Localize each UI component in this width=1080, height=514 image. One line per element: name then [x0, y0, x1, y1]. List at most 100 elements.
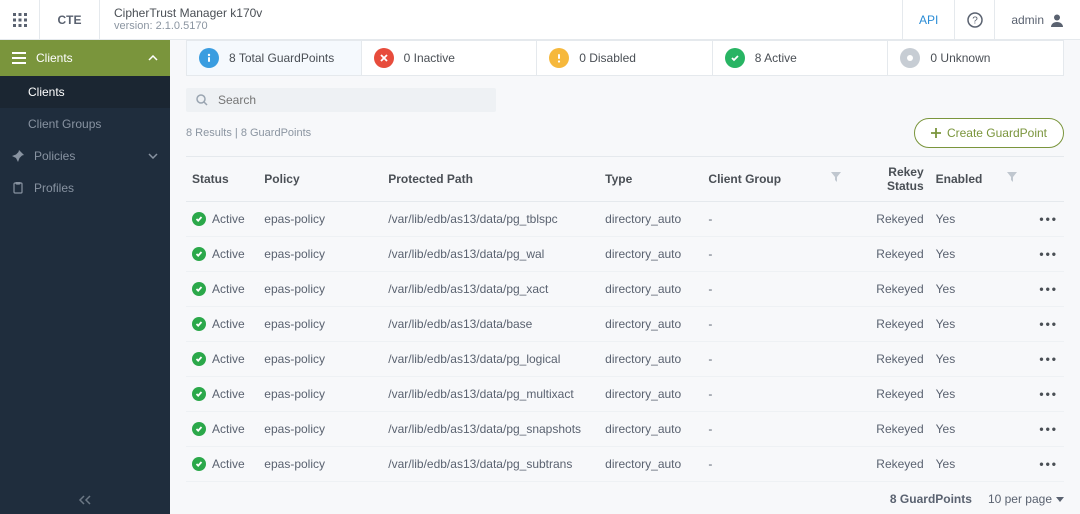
policy-cell: epas-policy [258, 272, 382, 307]
table-row[interactable]: Activeepas-policy/var/lib/edb/as13/data/… [186, 342, 1064, 377]
enabled-cell: Yes [930, 447, 1023, 482]
table-row[interactable]: Activeepas-policy/var/lib/edb/as13/data/… [186, 447, 1064, 482]
group-cell: - [702, 237, 847, 272]
group-cell: - [702, 447, 847, 482]
sidebar-item-label: Policies [34, 149, 75, 163]
check-circle-icon [192, 317, 206, 331]
help-button[interactable]: ? [954, 0, 994, 40]
group-cell: - [702, 342, 847, 377]
col-path[interactable]: Protected Path [382, 157, 599, 202]
row-actions-menu[interactable]: ••• [1039, 247, 1058, 261]
card-active[interactable]: 8 Active [713, 40, 889, 76]
help-icon: ? [967, 12, 983, 28]
rekey-cell: Rekeyed [847, 342, 930, 377]
sidebar-item-label: Profiles [34, 181, 74, 195]
card-inactive[interactable]: 0 Inactive [362, 40, 538, 76]
col-rekey[interactable]: Rekey Status [847, 157, 930, 202]
search-icon [196, 94, 208, 106]
card-total-guardpoints[interactable]: 8 Total GuardPoints [186, 40, 362, 76]
product-version: version: 2.1.0.5170 [114, 20, 262, 33]
table-row[interactable]: Activeepas-policy/var/lib/edb/as13/data/… [186, 412, 1064, 447]
status-text: Active [212, 457, 245, 471]
rekey-cell: Rekeyed [847, 447, 930, 482]
type-cell: directory_auto [599, 237, 702, 272]
group-cell: - [702, 272, 847, 307]
status-text: Active [212, 247, 245, 261]
row-actions-menu[interactable]: ••• [1039, 422, 1058, 436]
error-icon [374, 48, 394, 68]
api-link[interactable]: API [902, 0, 954, 40]
create-button-label: Create GuardPoint [947, 126, 1047, 140]
status-cell: Active [192, 282, 252, 296]
sidebar-item-client-groups[interactable]: Client Groups [0, 108, 170, 140]
col-actions [1023, 157, 1064, 202]
group-cell: - [702, 412, 847, 447]
chevron-down-icon [148, 153, 158, 159]
row-actions-menu[interactable]: ••• [1039, 212, 1058, 226]
row-actions-menu[interactable]: ••• [1039, 317, 1058, 331]
check-circle-icon [725, 48, 745, 68]
user-menu[interactable]: admin [994, 0, 1080, 40]
policy-cell: epas-policy [258, 447, 382, 482]
table-row[interactable]: Activeepas-policy/var/lib/edb/as13/data/… [186, 202, 1064, 237]
table-row[interactable]: Activeepas-policy/var/lib/edb/as13/data/… [186, 377, 1064, 412]
policy-cell: epas-policy [258, 342, 382, 377]
row-actions-menu[interactable]: ••• [1039, 457, 1058, 471]
create-guardpoint-button[interactable]: Create GuardPoint [914, 118, 1064, 148]
card-disabled[interactable]: 0 Disabled [537, 40, 713, 76]
api-label: API [919, 13, 938, 27]
col-group[interactable]: Client Group [702, 157, 847, 202]
check-circle-icon [192, 212, 206, 226]
user-label: admin [1011, 13, 1044, 27]
card-unknown[interactable]: 0 Unknown [888, 40, 1064, 76]
per-page-dropdown[interactable]: 10 per page [988, 492, 1064, 506]
apps-launcher-button[interactable] [0, 0, 40, 40]
type-cell: directory_auto [599, 377, 702, 412]
type-cell: directory_auto [599, 447, 702, 482]
search-input[interactable] [216, 92, 486, 108]
group-cell: - [702, 202, 847, 237]
sidebar-collapse-button[interactable] [0, 486, 170, 514]
search-box[interactable] [186, 88, 496, 112]
product-name: CipherTrust Manager k170v [114, 6, 262, 20]
col-enabled[interactable]: Enabled [930, 157, 1023, 202]
row-actions-menu[interactable]: ••• [1039, 282, 1058, 296]
filter-icon[interactable] [831, 172, 841, 182]
status-cell: Active [192, 422, 252, 436]
sidebar-item-policies[interactable]: Policies [0, 140, 170, 172]
group-cell: - [702, 377, 847, 412]
top-bar-right: API ? admin [902, 0, 1080, 40]
cte-home-button[interactable]: CTE [40, 0, 100, 40]
table-row[interactable]: Activeepas-policy/var/lib/edb/as13/data/… [186, 307, 1064, 342]
sidebar-item-profiles[interactable]: Profiles [0, 172, 170, 204]
check-circle-icon [192, 352, 206, 366]
sidebar-item-clients[interactable]: Clients [0, 76, 170, 108]
table-row[interactable]: Activeepas-policy/var/lib/edb/as13/data/… [186, 272, 1064, 307]
enabled-cell: Yes [930, 377, 1023, 412]
filter-icon[interactable] [1007, 172, 1017, 182]
rekey-cell: Rekeyed [847, 202, 930, 237]
policy-cell: epas-policy [258, 202, 382, 237]
enabled-cell: Yes [930, 342, 1023, 377]
rekey-cell: Rekeyed [847, 272, 930, 307]
table-row[interactable]: Activeepas-policy/var/lib/edb/as13/data/… [186, 237, 1064, 272]
col-type[interactable]: Type [599, 157, 702, 202]
card-text: 0 Inactive [404, 51, 455, 65]
check-circle-icon [192, 457, 206, 471]
rekey-cell: Rekeyed [847, 237, 930, 272]
list-icon [12, 52, 26, 64]
col-policy[interactable]: Policy [258, 157, 382, 202]
status-cell: Active [192, 387, 252, 401]
guardpoints-table: Status Policy Protected Path Type Client… [186, 156, 1064, 482]
status-text: Active [212, 422, 245, 436]
table-header-row: Status Policy Protected Path Type Client… [186, 157, 1064, 202]
path-cell: /var/lib/edb/as13/data/pg_multixact [382, 377, 599, 412]
row-actions-menu[interactable]: ••• [1039, 352, 1058, 366]
summary-cards: 8 Total GuardPoints 0 Inactive 0 Disable… [186, 40, 1064, 76]
status-text: Active [212, 317, 245, 331]
sidebar-section-clients[interactable]: Clients [0, 40, 170, 76]
col-status[interactable]: Status [186, 157, 258, 202]
app-shell: Clients Clients Client Groups Policies P… [0, 40, 1080, 514]
card-text: 8 Total GuardPoints [229, 51, 334, 65]
row-actions-menu[interactable]: ••• [1039, 387, 1058, 401]
